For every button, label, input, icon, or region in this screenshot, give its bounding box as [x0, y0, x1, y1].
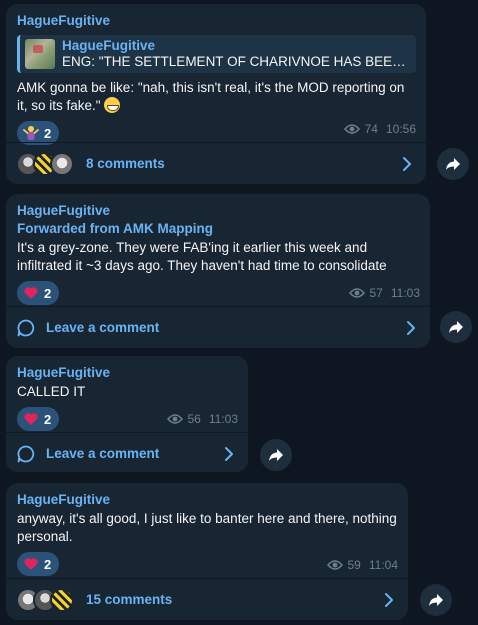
reaction-chip[interactable]: 2 [17, 407, 60, 431]
message-body: HagueFugitive CALLED IT 2 56 11:03 [6, 356, 248, 432]
view-count: 57 [369, 286, 383, 300]
chevron-right-icon [403, 157, 411, 171]
message-bubble: HagueFugitive Forwarded from AMK Mapping… [6, 194, 430, 348]
leave-comment-label: Leave a comment [46, 320, 160, 335]
red-heart-icon [24, 413, 38, 425]
comment-bubble-icon [17, 319, 35, 336]
reaction-count: 2 [44, 285, 52, 301]
message-author[interactable]: HagueFugitive [17, 12, 416, 30]
reaction-count: 2 [44, 556, 52, 572]
comments-label: 8 comments [86, 156, 165, 171]
reply-author: HagueFugitive [62, 38, 156, 53]
message-body: HagueFugitive Forwarded from AMK Mapping… [6, 194, 430, 306]
eye-icon [343, 124, 360, 134]
share-button[interactable] [420, 584, 452, 616]
message-meta: 59 11:04 [326, 558, 398, 572]
message-time: 10:56 [385, 122, 416, 136]
message-body: HagueFugitive HagueFugitive ENG: "THE SE… [6, 4, 426, 145]
share-arrow-icon [449, 321, 463, 333]
message-text: anyway, it's all good, I just like to ba… [17, 511, 397, 544]
reply-text: ENG: "THE SETTLEMENT OF CHARIVNOE HAS BE… [62, 54, 410, 69]
commenter-avatars [16, 587, 74, 612]
avatar [50, 151, 74, 176]
view-count: 59 [347, 558, 361, 572]
red-heart-icon [24, 558, 38, 570]
share-arrow-icon [429, 594, 443, 606]
share-button[interactable] [440, 311, 472, 343]
reaction-count: 2 [44, 125, 52, 141]
message-bubble: HagueFugitive anyway, it's all good, I j… [6, 483, 408, 620]
reply-preview[interactable]: HagueFugitive ENG: "THE SETTLEMENT OF CH… [17, 35, 416, 73]
message-time: 11:04 [368, 558, 398, 572]
message-bubble: HagueFugitive HagueFugitive ENG: "THE SE… [6, 4, 426, 184]
message-text: CALLED IT [17, 384, 86, 399]
message-meta: 74 10:56 [343, 122, 416, 136]
message-bubble: HagueFugitive CALLED IT 2 56 11:03 Leave… [6, 356, 248, 472]
message-meta: 56 11:03 [166, 412, 238, 426]
leave-comment-button[interactable]: Leave a comment [6, 306, 430, 348]
message-meta: 57 11:03 [348, 286, 420, 300]
comment-bubble-icon [17, 445, 35, 462]
message-author[interactable]: HagueFugitive [17, 202, 420, 220]
reaction-chip[interactable]: 2 [17, 281, 60, 305]
message-time: 11:03 [390, 286, 420, 300]
commenter-avatars [16, 151, 74, 176]
eye-icon [166, 414, 183, 424]
leave-comment-label: Leave a comment [46, 446, 160, 461]
message-text: AMK gonna be like: "nah, this isn't real… [17, 80, 405, 113]
comments-button[interactable]: 8 comments [6, 142, 426, 184]
reply-thumbnail [25, 39, 55, 69]
reaction-count: 2 [44, 411, 52, 427]
comments-label: 15 comments [86, 592, 173, 607]
view-count: 74 [364, 122, 378, 136]
share-button[interactable] [260, 439, 292, 471]
person-shrugging-icon [23, 126, 39, 140]
view-count: 56 [187, 412, 201, 426]
reaction-chip[interactable]: 2 [17, 552, 60, 576]
eye-icon [348, 288, 365, 298]
comments-button[interactable]: 15 comments [6, 578, 408, 620]
message-body: HagueFugitive anyway, it's all good, I j… [6, 483, 408, 578]
red-heart-icon [24, 287, 38, 299]
share-arrow-icon [446, 158, 460, 170]
message-author[interactable]: HagueFugitive [17, 364, 238, 382]
eye-icon [326, 560, 343, 570]
chevron-right-icon [407, 321, 415, 335]
share-arrow-icon [269, 449, 283, 461]
message-author[interactable]: HagueFugitive [17, 491, 398, 509]
chevron-right-icon [385, 593, 393, 607]
message-time: 11:03 [208, 412, 238, 426]
message-text: It's a grey-zone. They were FAB'ing it e… [17, 240, 387, 273]
share-button[interactable] [437, 148, 469, 180]
forwarded-from[interactable]: Forwarded from AMK Mapping [17, 220, 420, 238]
avatar [50, 587, 74, 612]
grinning-face-icon [103, 97, 120, 113]
chevron-right-icon [225, 447, 233, 461]
leave-comment-button[interactable]: Leave a comment [6, 432, 248, 472]
